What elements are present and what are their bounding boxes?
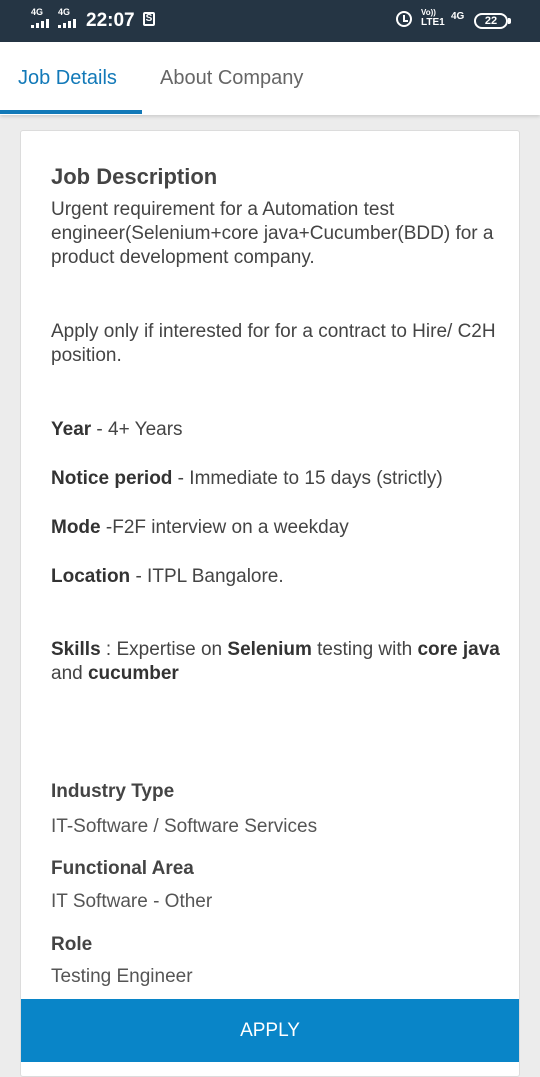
year-line: Year - 4+ Years — [51, 418, 183, 442]
tab-about-company[interactable]: About Company — [160, 67, 303, 90]
mode-value: -F2F interview on a weekday — [100, 517, 349, 538]
section-title: Job Description — [51, 164, 218, 189]
notice-line: Notice period - Immediate to 15 days (st… — [51, 467, 443, 491]
functional-area-label: Functional Area — [51, 858, 194, 879]
skills-highlight: core java — [417, 639, 500, 660]
battery-icon: 22 — [474, 13, 511, 29]
industry-type-label: Industry Type — [51, 781, 175, 802]
active-tab-indicator — [0, 110, 142, 114]
role-label: Role — [51, 934, 93, 955]
industry-type-value: IT-Software / Software Services — [51, 816, 318, 837]
job-intro: Urgent requirement for a Automation test… — [51, 199, 494, 268]
job-details-card: Job Description Urgent requirement for a… — [20, 130, 520, 1077]
sim1-network-label: 4G — [31, 7, 44, 17]
skills-label: Skills — [51, 639, 101, 660]
notice-value: - Immediate to 15 days (strictly) — [172, 468, 443, 489]
skills-highlight: Selenium — [227, 639, 312, 660]
year-label: Year — [51, 419, 92, 440]
sim2-network-label: 4G — [58, 7, 71, 17]
notice-label: Notice period — [51, 468, 173, 489]
apply-note: Apply only if interested for for a contr… — [51, 321, 496, 366]
year-value: - 4+ Years — [91, 419, 183, 440]
volte-label: Vo)) — [421, 8, 436, 17]
role-value: Testing Engineer — [51, 966, 193, 987]
skills-text: : Expertise on — [100, 639, 228, 660]
skills-text: and — [51, 663, 88, 684]
lte-label: LTE1 — [421, 17, 445, 28]
network-type-label: 4G — [451, 11, 465, 22]
skills-highlight: cucumber — [87, 663, 179, 684]
mode-line: Mode -F2F interview on a weekday — [51, 516, 349, 540]
location-line: Location - ITPL Bangalore. — [51, 565, 284, 589]
skills-line: Skills : Expertise on Selenium testing w… — [51, 638, 521, 686]
notification-icon: S — [143, 12, 155, 26]
location-label: Location — [51, 566, 131, 587]
tab-bar: Job Details About Company — [0, 42, 540, 115]
status-bar: 4G 4G 22:07 S Vo)) LTE1 4G 22 — [0, 0, 540, 42]
location-value: - ITPL Bangalore. — [130, 566, 284, 587]
mode-label: Mode — [51, 517, 101, 538]
tab-job-details[interactable]: Job Details — [18, 67, 117, 90]
skills-text: testing with — [311, 639, 418, 660]
apply-button[interactable]: APPLY — [21, 999, 519, 1062]
clock: 22:07 — [86, 10, 135, 31]
functional-area-value: IT Software - Other — [51, 891, 213, 912]
alarm-icon — [396, 11, 412, 27]
